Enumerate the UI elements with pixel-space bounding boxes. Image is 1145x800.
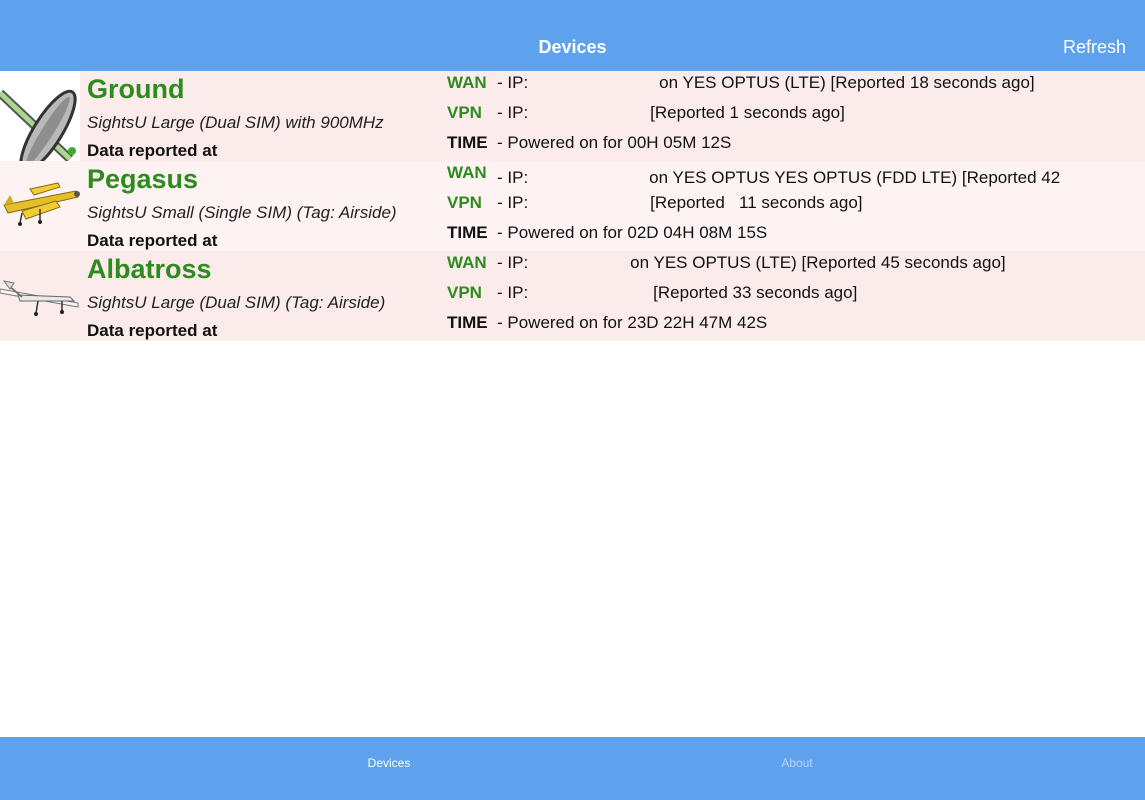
wan-line: WAN - IP: on YES OPTUS (LTE) [Reported 18 …	[447, 72, 1035, 94]
device-name: Pegasus	[87, 164, 199, 194]
vpn-ip-label: - IP:	[497, 103, 529, 122]
wan-detail: on YES OPTUS (LTE) [Reported 45 seconds …	[630, 253, 1006, 272]
time-line: TIME - Powered on for 00H 05M 12S	[447, 132, 731, 154]
time-detail: - Powered on for 02D 04H 08M 15S	[497, 223, 768, 242]
time-detail: - Powered on for 23D 22H 47M 42S	[497, 313, 768, 332]
tab-about[interactable]: About	[697, 755, 897, 771]
vpn-line: VPN - IP: [Reported 11 seconds ago]	[447, 192, 863, 214]
data-reported-label: Data reported at	[87, 321, 218, 340]
time-label: TIME	[447, 133, 488, 152]
white-drone-icon	[0, 251, 80, 341]
device-model: SightsU Large (Dual SIM) with 900MHz	[87, 113, 384, 132]
time-detail: - Powered on for 00H 05M 12S	[497, 133, 732, 152]
satellite-dish-icon	[0, 71, 80, 161]
device-model: SightsU Large (Dual SIM) (Tag: Airside)	[87, 293, 386, 312]
wan-label: WAN	[447, 253, 487, 272]
nav-bar: Devices Refresh	[0, 0, 1145, 71]
time-label: TIME	[447, 223, 488, 242]
vpn-detail: [Reported 11 seconds ago]	[650, 193, 863, 212]
wan-detail: on YES OPTUS YES OPTUS (FDD LTE) [Report…	[649, 168, 1061, 187]
device-list: Ground SightsU Large (Dual SIM) with 900…	[0, 71, 1145, 341]
wan-ip-label: - IP:	[497, 253, 529, 272]
device-row-albatross[interactable]: Albatross SightsU Large (Dual SIM) (Tag:…	[0, 251, 1145, 341]
device-name: Ground	[87, 74, 185, 104]
data-reported-label: Data reported at	[87, 231, 218, 250]
wan-ip-line: - IP: on YES OPTUS YES OPTUS (FDD LTE) [R…	[447, 167, 1060, 189]
tab-bar: Devices About	[0, 737, 1145, 800]
vpn-label: VPN	[447, 283, 482, 302]
data-reported-label: Data reported at	[87, 141, 218, 160]
time-line: TIME - Powered on for 23D 22H 47M 42S	[447, 312, 767, 334]
time-line: TIME - Powered on for 02D 04H 08M 15S	[447, 222, 767, 244]
wan-ip-label: - IP:	[497, 73, 529, 92]
yellow-drone-icon	[0, 161, 80, 251]
vpn-label: VPN	[447, 193, 482, 212]
page-title: Devices	[538, 37, 607, 57]
vpn-line: VPN - IP: [Reported 33 seconds ago]	[447, 282, 857, 304]
device-name: Albatross	[87, 254, 212, 284]
tab-devices[interactable]: Devices	[289, 755, 489, 771]
wan-line: WAN - IP: on YES OPTUS (LTE) [Reported 45 …	[447, 252, 1006, 274]
vpn-ip-label: - IP:	[497, 193, 529, 212]
vpn-line: VPN - IP: [Reported 1 seconds ago]	[447, 102, 845, 124]
wan-ip-label: - IP:	[497, 168, 529, 187]
device-model: SightsU Small (Single SIM) (Tag: Airside…	[87, 203, 397, 222]
time-label: TIME	[447, 313, 488, 332]
vpn-label: VPN	[447, 103, 482, 122]
wan-detail: on YES OPTUS (LTE) [Reported 18 seconds …	[659, 73, 1035, 92]
device-row-pegasus[interactable]: Pegasus SightsU Small (Single SIM) (Tag:…	[0, 161, 1145, 251]
vpn-detail: [Reported 33 seconds ago]	[653, 283, 858, 302]
device-row-ground[interactable]: Ground SightsU Large (Dual SIM) with 900…	[0, 71, 1145, 161]
vpn-detail: [Reported 1 seconds ago]	[650, 103, 845, 122]
vpn-ip-label: - IP:	[497, 283, 529, 302]
refresh-button[interactable]: Refresh	[1063, 36, 1126, 58]
wan-label: WAN	[447, 73, 487, 92]
